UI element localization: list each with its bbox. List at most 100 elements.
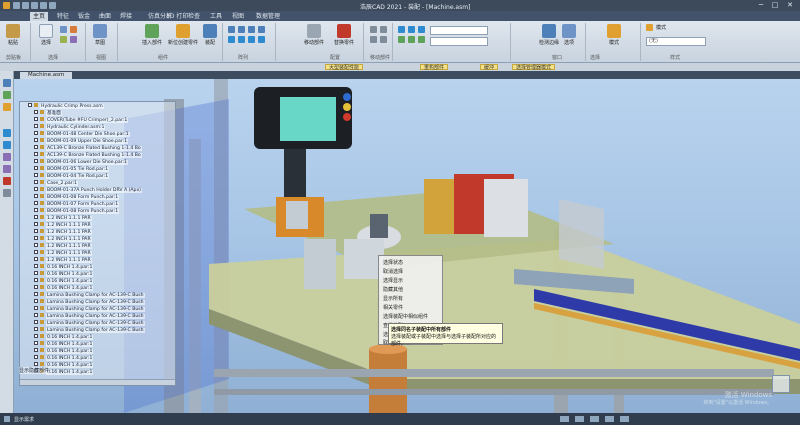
menu-item[interactable]: 选择状态 [383, 259, 403, 266]
pathfinder-icon[interactable] [3, 79, 11, 87]
visibility-checkbox[interactable] [34, 201, 38, 205]
tree-item[interactable]: AC139-C Bronze Flated Bushing 1-1.4 Bo [34, 145, 142, 151]
zoom-icon[interactable] [398, 36, 405, 43]
view-top-icon[interactable] [408, 26, 415, 33]
move-part-button[interactable]: 移动部件 [300, 24, 328, 46]
menu-item[interactable]: 选择装配中相似组件 [383, 313, 428, 320]
select-box-icon[interactable] [60, 36, 67, 43]
zoom-area-icon[interactable] [575, 416, 584, 422]
array-icon[interactable] [258, 26, 265, 33]
view-cube-icon[interactable] [772, 375, 790, 393]
visibility-checkbox[interactable] [34, 355, 38, 359]
menu-item[interactable]: 显示所有 [383, 295, 403, 302]
menu-item[interactable]: 选择显示 [383, 277, 403, 284]
tree-item[interactable]: 0.16 INCH 1.4.par:1 [34, 278, 94, 284]
visibility-checkbox[interactable] [34, 145, 38, 149]
tree-item[interactable]: 1.2 INCH 1.1.1 PAR [34, 222, 92, 228]
visibility-checkbox[interactable] [34, 166, 38, 170]
tree-item[interactable]: 基准面 [34, 110, 62, 116]
visibility-checkbox[interactable] [34, 236, 38, 240]
errors-icon[interactable] [3, 177, 11, 185]
visibility-checkbox[interactable] [34, 250, 38, 254]
tree-item[interactable]: Lamina Bushing Clamp for AC-139-C Bush [34, 327, 145, 333]
assemble-button[interactable]: 装配 [201, 24, 219, 46]
tree-footer-label[interactable]: 显示隐藏部件 [19, 367, 50, 374]
tree-item[interactable]: BOOM-01-09 Upper Die Shoe.par:1 [34, 138, 129, 144]
align-icon[interactable] [228, 36, 235, 43]
visibility-checkbox[interactable] [34, 117, 38, 121]
visibility-checkbox[interactable] [34, 194, 38, 198]
tree-item[interactable]: BOOM-01-08 Form Punch.par:1 [34, 208, 120, 214]
visibility-checkbox[interactable] [34, 131, 38, 135]
detect-edges-button[interactable]: 检测边缘 [536, 24, 562, 46]
tree-item[interactable]: BOOM-01-05 Tie Rod.par:1 [34, 166, 110, 172]
tab-features[interactable]: 特征 [54, 12, 72, 21]
zones-icon[interactable] [3, 189, 11, 197]
select-all-icon[interactable] [70, 26, 77, 33]
tab-home[interactable]: 主页 [30, 12, 49, 21]
visibility-checkbox[interactable] [34, 208, 38, 212]
replace-part-button[interactable]: 替换零件 [330, 24, 358, 46]
axial-align-icon[interactable] [248, 36, 255, 43]
options-button[interactable]: 选项 [560, 24, 578, 46]
rotate-view-icon[interactable] [418, 36, 425, 43]
tree-item[interactable]: 0.16 INCH 1.4.par:1 [34, 334, 94, 340]
tree-item[interactable]: Lamina Bushing Clamp for AC-139-C Bush [34, 320, 145, 326]
sketch-button[interactable]: 草图 [90, 24, 110, 46]
tab-weld[interactable]: 焊接 [117, 12, 135, 21]
tree-item[interactable]: 1.2 INCH 1.1.1 PAR [34, 229, 92, 235]
view-style-combo[interactable] [430, 26, 488, 35]
tree-item[interactable]: BOOM-01-04 Tie Rod.par:1 [34, 173, 110, 179]
create-part-in-place-button[interactable]: 新位创建零件 [166, 24, 200, 46]
visibility-checkbox[interactable] [34, 152, 38, 156]
tree-item[interactable]: 0.16 INCH 1.4.par:1 [34, 348, 94, 354]
tree-item[interactable]: 1.2 INCH 1.1.1 PAR [34, 250, 92, 256]
hint-large-assembly[interactable]: 大型装配性能 [325, 64, 364, 71]
close-button[interactable]: ✕ [783, 1, 797, 10]
tree-item[interactable]: Hydraulic Cylinder.asm:1 [34, 124, 106, 130]
sensors-icon[interactable] [3, 153, 11, 161]
mate-icon[interactable] [238, 36, 245, 43]
tab-data-management[interactable]: 数据管理 [253, 12, 283, 21]
visibility-checkbox[interactable] [34, 306, 38, 310]
visibility-checkbox[interactable] [34, 285, 38, 289]
save-icon[interactable] [31, 2, 38, 9]
family-icon[interactable] [3, 165, 11, 173]
interference-icon[interactable] [370, 36, 377, 43]
rotate-view-status-icon[interactable] [605, 416, 614, 422]
tree-item[interactable]: Lamina Bushing Clamp for AC-139-C Bush [34, 313, 145, 319]
hint-selection-manager[interactable]: 选择管理器模式 [512, 64, 556, 71]
fit-view-icon[interactable] [560, 416, 569, 422]
visibility-checkbox[interactable] [34, 313, 38, 317]
search-icon[interactable] [3, 141, 11, 149]
hint-rebuild-part[interactable]: 重构部件 [420, 64, 449, 71]
tree-item[interactable]: 0.16 INCH 1.4.par:1 [34, 285, 94, 291]
document-tab[interactable]: Machine.asm [20, 72, 73, 79]
tree-item[interactable]: BOOM-01-48 Center Die Shoe.par:1 [34, 131, 130, 137]
mirror-icon[interactable] [238, 26, 245, 33]
hint-cache[interactable]: 缓冲 [480, 64, 499, 71]
visibility-checkbox[interactable] [34, 215, 38, 219]
tab-inspect[interactable]: 检查 [185, 12, 203, 21]
visibility-checkbox[interactable] [34, 341, 38, 345]
tree-item[interactable]: AC139-C Bronze Flated Bushing 1-1.4 Bo [34, 152, 142, 158]
tree-item[interactable]: 1.2 INCH 1.1.1 PAR [34, 243, 92, 249]
visibility-checkbox[interactable] [34, 124, 38, 128]
visibility-checkbox[interactable] [34, 271, 38, 275]
tab-surface[interactable]: 曲面 [96, 12, 114, 21]
visibility-checkbox[interactable] [34, 138, 38, 142]
menu-item[interactable]: 相关零件 [383, 304, 403, 311]
tree-item[interactable]: BOOM-01-06 Lower Die Shoe.par:1 [34, 159, 128, 165]
select-button[interactable]: 选择 [36, 24, 56, 46]
visibility-checkbox[interactable] [34, 278, 38, 282]
style-combo[interactable]: (无) [646, 37, 706, 46]
open-file-icon[interactable] [22, 2, 29, 9]
visibility-checkbox[interactable] [34, 110, 38, 114]
tree-item[interactable]: 0.16 INCH 1.4.par:1 [34, 264, 94, 270]
3d-viewport[interactable]: Hydraulic Crimp Press.asm 基准面 COVER(Tube … [14, 79, 800, 413]
rotate-component-icon[interactable] [380, 26, 387, 33]
app-logo-icon[interactable] [3, 2, 10, 9]
tree-item[interactable]: 1.2 INCH 1.1.1 PAR [34, 215, 92, 221]
view-iso-icon[interactable] [418, 26, 425, 33]
explode-icon[interactable] [380, 36, 387, 43]
